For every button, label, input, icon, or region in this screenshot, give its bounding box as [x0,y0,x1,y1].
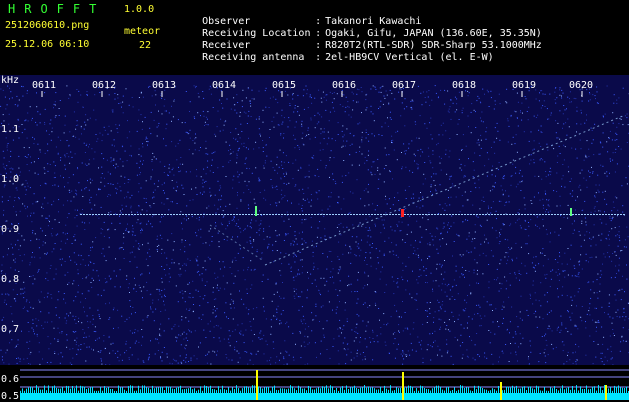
frequency-unit-label: kHz [1,75,19,86]
spectrogram-canvas [0,75,629,400]
noise-layer [0,85,629,371]
app-version: 1.0.0 [124,5,154,15]
app-title: HROFFT [8,3,105,15]
time-tick: 0616 [332,80,356,91]
freq-tick: 0.8 [1,274,19,285]
freq-tick: 1.1 [1,124,19,135]
file-name: 2512060610.png [5,21,89,31]
meteor-count: 22 [139,41,151,51]
time-tick: 0617 [392,80,416,91]
info-sep: : [315,52,325,63]
time-tick: 0620 [569,80,593,91]
time-tick: 0615 [272,80,296,91]
time-tick: 0613 [152,80,176,91]
time-tick: 0619 [512,80,536,91]
spectrogram [0,75,629,400]
info-row-antenna: Receiving antenna:2el-HB9CV Vertical (el… [178,41,494,74]
freq-tick: 0.5 [1,391,19,402]
level-layer [0,365,629,400]
info-key: Receiving antenna [202,52,315,63]
freq-tick: 0.7 [1,324,19,335]
header-panel: HROFFT 1.0.0 2512060610.png 25.12.06 06:… [0,0,629,75]
signal-layer [80,115,625,265]
meteor-label: meteor [124,27,160,37]
time-tick: 0618 [452,80,476,91]
time-tick: 0611 [32,80,56,91]
info-value: 2el-HB9CV Vertical (el. E-W) [325,52,494,63]
capture-datetime: 25.12.06 06:10 [5,40,89,50]
freq-tick: 1.0 [1,174,19,185]
freq-tick: 0.6 [1,374,19,385]
time-tick: 0612 [92,80,116,91]
freq-tick: 0.9 [1,224,19,235]
time-tick: 0614 [212,80,236,91]
